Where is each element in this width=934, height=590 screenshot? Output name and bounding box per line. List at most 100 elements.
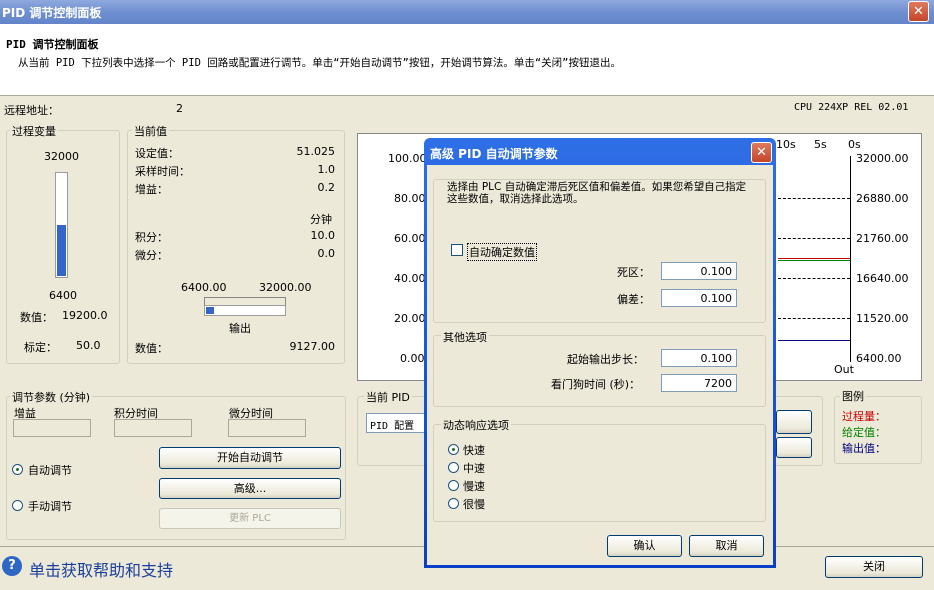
chart-left-tick: 80.00: [394, 192, 426, 205]
chart-out-label: Out: [834, 363, 854, 376]
cpu-version: CPU 224XP REL 02.01: [794, 102, 909, 113]
derivative-label: 微分：: [135, 249, 168, 262]
legend-sp: 给定值：: [842, 426, 886, 439]
current-values-legend: 当前值: [132, 123, 169, 139]
output-scale: [204, 297, 286, 298]
current-pid-select[interactable]: PID 配置: [366, 413, 426, 433]
chart-right-tick: 32000.00: [856, 152, 909, 165]
pv-value-label: 数值：: [20, 311, 53, 324]
manual-tune-radio[interactable]: [12, 500, 23, 511]
pid-side-button-1[interactable]: [776, 410, 812, 434]
output-min: 6400.00: [181, 281, 227, 294]
dynamic-response-legend: 动态响应选项: [441, 417, 511, 433]
legend-title: 图例: [840, 388, 866, 404]
remote-address-value: 2: [176, 102, 183, 115]
window-close-icon[interactable]: ✕: [908, 1, 929, 22]
deviation-label: 偏差：: [617, 293, 650, 306]
pv-value: 19200.0: [62, 309, 108, 322]
deadband-field[interactable]: 0.100: [661, 262, 737, 280]
output-max: 32000.00: [259, 281, 312, 294]
other-options-group: [433, 335, 766, 407]
sample-time-label: 采样时间：: [135, 165, 190, 178]
chart-left-tick: 40.00: [394, 272, 426, 285]
chart-time-tick: 5s: [814, 138, 827, 151]
current-pid-legend: 当前 PID: [364, 389, 412, 405]
chart-time-tick: 10s: [776, 138, 796, 151]
speed-slow-radio[interactable]: [448, 480, 459, 491]
pid-side-button-2[interactable]: [776, 437, 812, 458]
process-variable-legend: 过程变量: [10, 123, 58, 139]
output-trace: [778, 340, 850, 341]
auto-determine-checkbox[interactable]: [451, 244, 463, 256]
output-label: 输出: [229, 322, 251, 335]
header-panel: PID 调节控制面板 从当前 PID 下拉列表中选择一个 PID 回路或配置进行…: [0, 24, 934, 96]
pv-max: 32000: [44, 150, 79, 163]
chart-left-tick: 0.00: [400, 352, 425, 365]
gain-label: 增益：: [135, 183, 168, 196]
integral-value: 10.0: [310, 229, 336, 242]
chart-left-tick: 100.00: [388, 152, 427, 165]
grid-line: [778, 198, 850, 199]
help-icon[interactable]: ?: [2, 556, 22, 576]
update-plc-button[interactable]: 更新 PLC: [159, 508, 341, 529]
speed-fast-radio[interactable]: [448, 444, 459, 455]
tuning-gain-field[interactable]: [13, 419, 91, 437]
setpoint-trace: [778, 260, 850, 261]
tuning-legend: 调节参数 (分钟): [10, 389, 93, 405]
window-title: PID 调节控制面板: [2, 6, 102, 20]
step-label: 起始输出步长：: [567, 353, 644, 366]
speed-very-slow-label: 很慢: [463, 498, 485, 511]
speed-very-slow-radio[interactable]: [448, 498, 459, 509]
deviation-field[interactable]: 0.100: [661, 289, 737, 307]
help-link[interactable]: 单击获取帮助和支持: [29, 557, 173, 581]
title-bar: PID 调节控制面板 ✕: [0, 0, 934, 24]
pv-bar: [55, 172, 68, 278]
step-field[interactable]: 0.100: [661, 349, 737, 367]
chart-right-tick: 16640.00: [856, 272, 909, 285]
minutes-unit: 分钟: [310, 213, 332, 226]
dialog-close-icon[interactable]: ✕: [751, 142, 772, 163]
chart-right-tick: 21760.00: [856, 232, 909, 245]
header-title: PID 调节控制面板: [6, 38, 99, 51]
start-auto-tune-button[interactable]: 开始自动调节: [159, 447, 341, 469]
dialog-body: 选择由 PLC 自动确定滞后死区值和偏差值。如果您希望自己指定这些数值，取消选择…: [427, 165, 773, 565]
grid-line: [778, 278, 850, 279]
pv-min: 6400: [49, 289, 77, 302]
deadband-label: 死区：: [617, 266, 650, 279]
manual-tune-label: 手动调节: [28, 500, 72, 513]
output-bar-fill: [206, 307, 214, 314]
speed-slow-label: 慢速: [463, 480, 485, 493]
close-button[interactable]: 关闭: [825, 556, 923, 578]
auto-determine-label: 自动确定数值: [467, 243, 537, 261]
grid-line: [778, 318, 850, 319]
legend-pv: 过程量：: [842, 410, 886, 423]
pv-calib: 50.0: [76, 339, 101, 352]
chart-right-tick: 11520.00: [856, 312, 909, 325]
setpoint-label: 设定值：: [135, 147, 179, 160]
auto-tune-radio[interactable]: [12, 464, 23, 475]
derivative-value: 0.0: [317, 247, 336, 260]
chart-right-tick: 6400.00: [856, 352, 902, 365]
chart-left-tick: 60.00: [394, 232, 426, 245]
integral-label: 积分：: [135, 231, 168, 244]
pv-calib-label: 标定：: [24, 341, 57, 354]
output-bar: [204, 305, 286, 316]
chart-right-tick: 26880.00: [856, 192, 909, 205]
watchdog-field[interactable]: 7200: [661, 374, 737, 392]
header-description: 从当前 PID 下拉列表中选择一个 PID 回路或配置进行调节。单击“开始自动调…: [18, 57, 621, 69]
auto-tune-label: 自动调节: [28, 464, 72, 477]
process-trace: [778, 258, 850, 259]
chart-left-tick: 20.00: [394, 312, 426, 325]
remote-address-label: 远程地址：: [4, 104, 59, 117]
pv-bar-fill: [57, 225, 66, 276]
tuning-integral-field[interactable]: [114, 419, 192, 437]
other-options-legend: 其他选项: [441, 329, 489, 345]
dialog-cancel-button[interactable]: 取消: [689, 535, 764, 557]
legend-out: 输出值：: [842, 442, 886, 455]
tuning-derivative-field[interactable]: [228, 419, 306, 437]
dialog-ok-button[interactable]: 确认: [607, 535, 682, 557]
speed-medium-label: 中速: [463, 462, 485, 475]
speed-medium-radio[interactable]: [448, 462, 459, 473]
chart-time-tick: 0s: [848, 138, 861, 151]
advanced-button[interactable]: 高级...: [159, 478, 341, 499]
